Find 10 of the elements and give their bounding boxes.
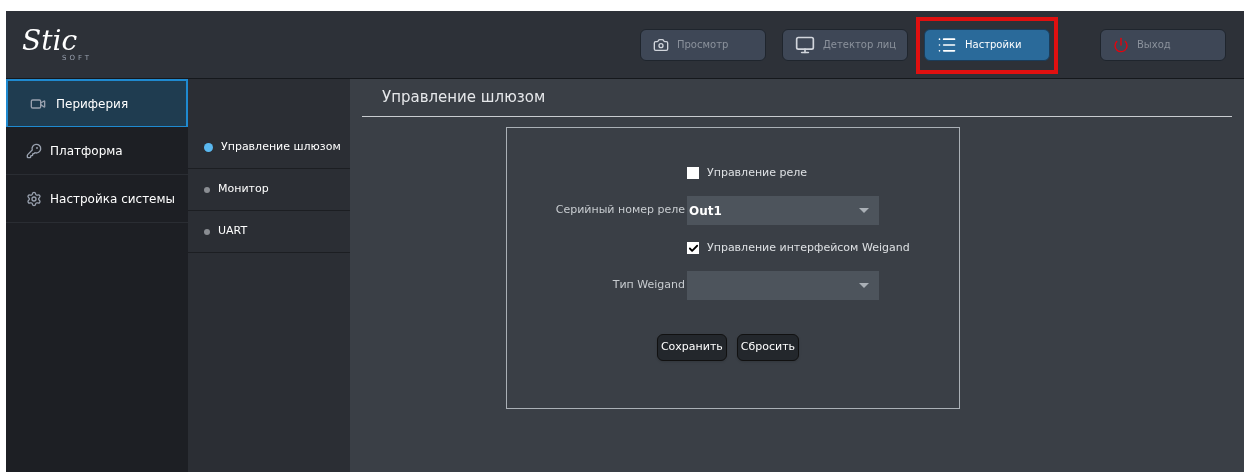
field-label: Серийный номер реле [554, 202, 686, 219]
form-button[interactable]: Сбросить [736, 334, 800, 361]
form-button[interactable]: Сохранить [656, 334, 727, 361]
select-field[interactable]: Out1 [687, 196, 879, 225]
field-label: Тип Weigand [611, 277, 686, 294]
checkbox-label: Управление интерфейсом Weigand [707, 239, 910, 256]
nav-button[interactable]: Настройки [924, 28, 1050, 61]
sidebar-item[interactable]: Периферия [6, 79, 188, 127]
checkbox-label: Управление реле [707, 164, 808, 181]
page-title: Управление шлюзом [362, 79, 1232, 117]
